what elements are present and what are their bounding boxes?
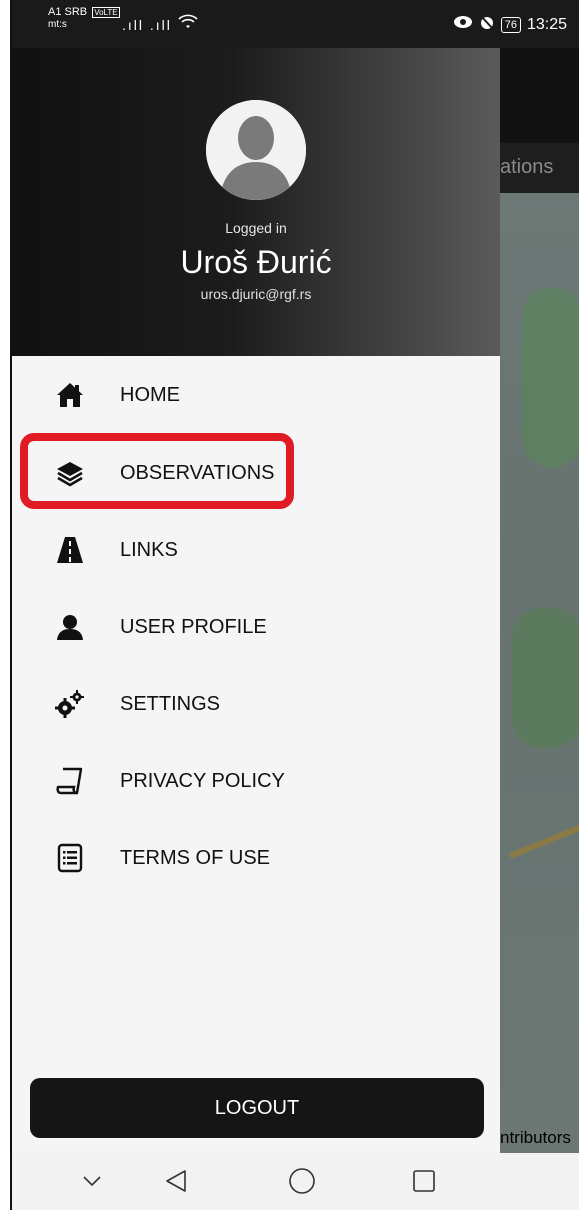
user-icon — [52, 609, 88, 645]
menu-label: PRIVACY POLICY — [120, 769, 285, 792]
menu-item-terms-of-use[interactable]: TERMS OF USE — [34, 830, 270, 886]
volte-badge: VoLTE — [92, 7, 120, 18]
menu-label: SETTINGS — [120, 692, 221, 715]
map-park-area — [512, 608, 579, 748]
user-email: uros.djuric@rgf.rs — [200, 286, 312, 302]
drawer-header: Logged in Uroš Đurić uros.djuric@rgf.rs — [12, 48, 500, 356]
recents-square-icon[interactable] — [404, 1163, 444, 1199]
user-silhouette-icon — [206, 100, 306, 200]
signal-bars: .ıll .ıll — [122, 17, 172, 33]
avatar — [206, 100, 306, 200]
home-circle-icon[interactable] — [282, 1163, 322, 1199]
scroll-icon — [52, 763, 88, 799]
menu-item-settings[interactable]: SETTINGS — [34, 676, 220, 732]
map-park-area — [522, 288, 579, 468]
alarm-off-icon — [479, 14, 495, 35]
menu-label: TERMS OF USE — [120, 846, 271, 869]
menu-label: USER PROFILE — [120, 615, 267, 638]
menu-item-privacy-policy[interactable]: PRIVACY POLICY — [34, 753, 285, 809]
road-icon — [52, 532, 88, 568]
battery-indicator: 76 — [500, 16, 521, 33]
menu-label: LINKS — [120, 538, 178, 561]
collapse-chevron-icon[interactable] — [72, 1163, 112, 1199]
home-icon — [52, 377, 88, 413]
carrier-name: A1 SRB — [48, 6, 88, 18]
navigation-drawer: Logged in Uroš Đurić uros.djuric@rgf.rs … — [12, 48, 500, 1153]
menu-item-links[interactable]: LINKS — [34, 522, 178, 578]
status-right: 76 13:25 — [453, 14, 567, 35]
logged-in-label: Logged in — [225, 220, 287, 236]
menu-label: HOME — [120, 383, 180, 406]
logout-button[interactable]: LOGOUT — [30, 1078, 484, 1138]
menu-item-home[interactable]: HOME — [34, 367, 180, 423]
clock: 13:25 — [526, 15, 567, 33]
wifi-icon — [178, 14, 198, 33]
user-name: Uroš Đurić — [180, 244, 332, 280]
carrier-name-secondary: mt:s — [48, 19, 67, 30]
highlight-box — [20, 433, 294, 509]
document-list-icon — [52, 840, 88, 876]
gears-icon — [52, 686, 88, 722]
status-bar: A1 SRB VoLTE mt:s .ıll .ıll 76 13:25 — [12, 0, 579, 48]
back-icon[interactable] — [156, 1163, 196, 1199]
tab-observations-partial: ations — [500, 156, 554, 178]
signal-icon: .ıll .ıll — [122, 14, 198, 33]
system-navigation-bar — [12, 1153, 579, 1210]
menu-item-user-profile[interactable]: USER PROFILE — [34, 599, 267, 655]
eye-icon — [453, 15, 473, 34]
phone-screen: A1 SRB VoLTE mt:s .ıll .ıll 76 13:25 ati… — [10, 0, 579, 1210]
map-attribution: ntributors — [500, 1128, 571, 1147]
carrier-info: A1 SRB VoLTE mt:s — [48, 6, 120, 31]
